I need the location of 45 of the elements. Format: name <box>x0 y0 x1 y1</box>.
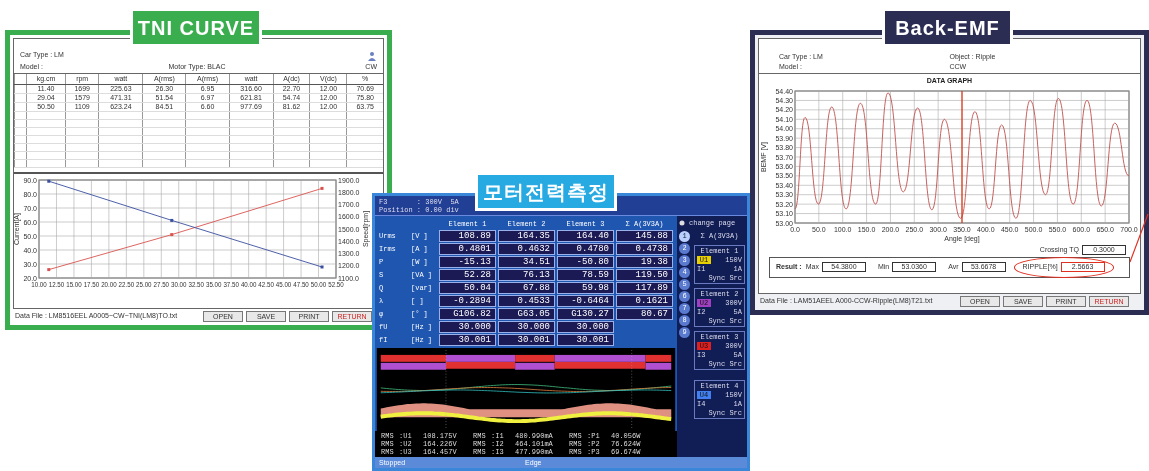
value-cell: 34.51 <box>498 256 555 268</box>
value-cell: 0.1621 <box>616 295 673 307</box>
value-cell: 164.35 <box>498 230 555 242</box>
data-point <box>47 268 51 272</box>
value-cell: 119.50 <box>616 269 673 281</box>
value-cell: 52.28 <box>439 269 496 281</box>
value-cell: 59.98 <box>557 282 614 294</box>
value-cell: 30.001 <box>439 334 496 346</box>
value-cell: 0.4780 <box>557 243 614 255</box>
value-cell: 164.40 <box>557 230 614 242</box>
value-cell: 19.38 <box>616 256 673 268</box>
panel-title: 모터전력측정 <box>475 172 617 211</box>
value-cell: 0.4801 <box>439 243 496 255</box>
value-cell: 117.89 <box>616 282 673 294</box>
circle-icon <box>679 220 685 227</box>
value-cell: 145.88 <box>616 230 673 242</box>
data-point <box>320 265 324 269</box>
value-cell: 80.67 <box>616 308 673 320</box>
value-cell: 30.000 <box>498 321 555 333</box>
panel-title: TNI CURVE <box>130 8 262 47</box>
value-cell: G130.27 <box>557 308 614 320</box>
value-cell: 0.4738 <box>616 243 673 255</box>
person-icon <box>367 51 377 61</box>
value-cell: 76.13 <box>498 269 555 281</box>
value-cell: 0.4533 <box>498 295 555 307</box>
value-cell: 30.001 <box>557 334 614 346</box>
value-cell: G63.05 <box>498 308 555 320</box>
value-cell: 30.001 <box>498 334 555 346</box>
value-cell: -15.13 <box>439 256 496 268</box>
data-point <box>47 179 51 183</box>
value-cell: G106.82 <box>439 308 496 320</box>
value-cell: 30.000 <box>439 321 496 333</box>
value-cell: 50.04 <box>439 282 496 294</box>
data-point <box>170 233 174 237</box>
value-cell: -0.2894 <box>439 295 496 307</box>
value-cell: 78.59 <box>557 269 614 281</box>
panel-title: Back-EMF <box>882 8 1013 47</box>
value-cell: 0.4632 <box>498 243 555 255</box>
value-cell: -0.6464 <box>557 295 614 307</box>
value-cell: 67.88 <box>498 282 555 294</box>
value-cell: 108.89 <box>439 230 496 242</box>
data-point <box>320 186 324 190</box>
value-cell: 30.000 <box>557 321 614 333</box>
data-point <box>170 218 174 222</box>
value-cell: -50.80 <box>557 256 614 268</box>
